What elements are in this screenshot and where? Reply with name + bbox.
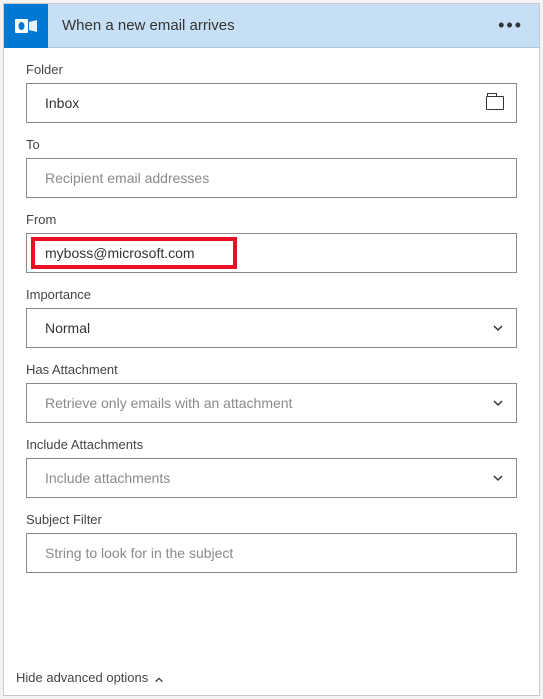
label-subject-filter: Subject Filter xyxy=(26,512,517,527)
field-from: From xyxy=(26,212,517,273)
chevron-up-icon xyxy=(154,673,164,683)
folder-icon xyxy=(486,96,504,110)
include-attachments-select[interactable]: Include attachments xyxy=(26,458,517,498)
label-to: To xyxy=(26,137,517,152)
advanced-options-toggle[interactable]: Hide advanced options xyxy=(4,664,539,695)
field-include-attachments: Include Attachments Include attachments xyxy=(26,437,517,498)
field-subject-filter: Subject Filter xyxy=(26,512,517,573)
subject-filter-wrapper[interactable] xyxy=(26,533,517,573)
label-include-attachments: Include Attachments xyxy=(26,437,517,452)
label-folder: Folder xyxy=(26,62,517,77)
field-has-attachment: Has Attachment Retrieve only emails with… xyxy=(26,362,517,423)
trigger-card: When a new email arrives ••• Folder Inbo… xyxy=(3,3,540,696)
outlook-icon xyxy=(4,4,48,48)
field-folder: Folder Inbox xyxy=(26,62,517,123)
to-input-wrapper[interactable] xyxy=(26,158,517,198)
label-from: From xyxy=(26,212,517,227)
importance-select[interactable]: Normal xyxy=(26,308,517,348)
label-importance: Importance xyxy=(26,287,517,302)
advanced-options-label: Hide advanced options xyxy=(16,670,148,685)
chevron-down-icon xyxy=(492,322,504,334)
field-to: To xyxy=(26,137,517,198)
more-button[interactable]: ••• xyxy=(492,11,529,40)
chevron-down-icon xyxy=(492,397,504,409)
importance-value: Normal xyxy=(45,320,492,336)
card-title: When a new email arrives xyxy=(48,17,492,34)
to-input[interactable] xyxy=(45,159,504,197)
from-input-wrapper[interactable] xyxy=(26,233,517,273)
label-has-attachment: Has Attachment xyxy=(26,362,517,377)
card-header: When a new email arrives ••• xyxy=(4,4,539,48)
field-importance: Importance Normal xyxy=(26,287,517,348)
include-attachments-placeholder: Include attachments xyxy=(45,470,492,486)
has-attachment-select[interactable]: Retrieve only emails with an attachment xyxy=(26,383,517,423)
chevron-down-icon xyxy=(492,472,504,484)
folder-picker[interactable]: Inbox xyxy=(26,83,517,123)
card-body: Folder Inbox To From Importance Normal xyxy=(4,48,539,664)
from-input[interactable] xyxy=(45,234,504,272)
has-attachment-placeholder: Retrieve only emails with an attachment xyxy=(45,395,492,411)
subject-filter-input[interactable] xyxy=(45,534,504,572)
folder-value: Inbox xyxy=(45,95,486,111)
